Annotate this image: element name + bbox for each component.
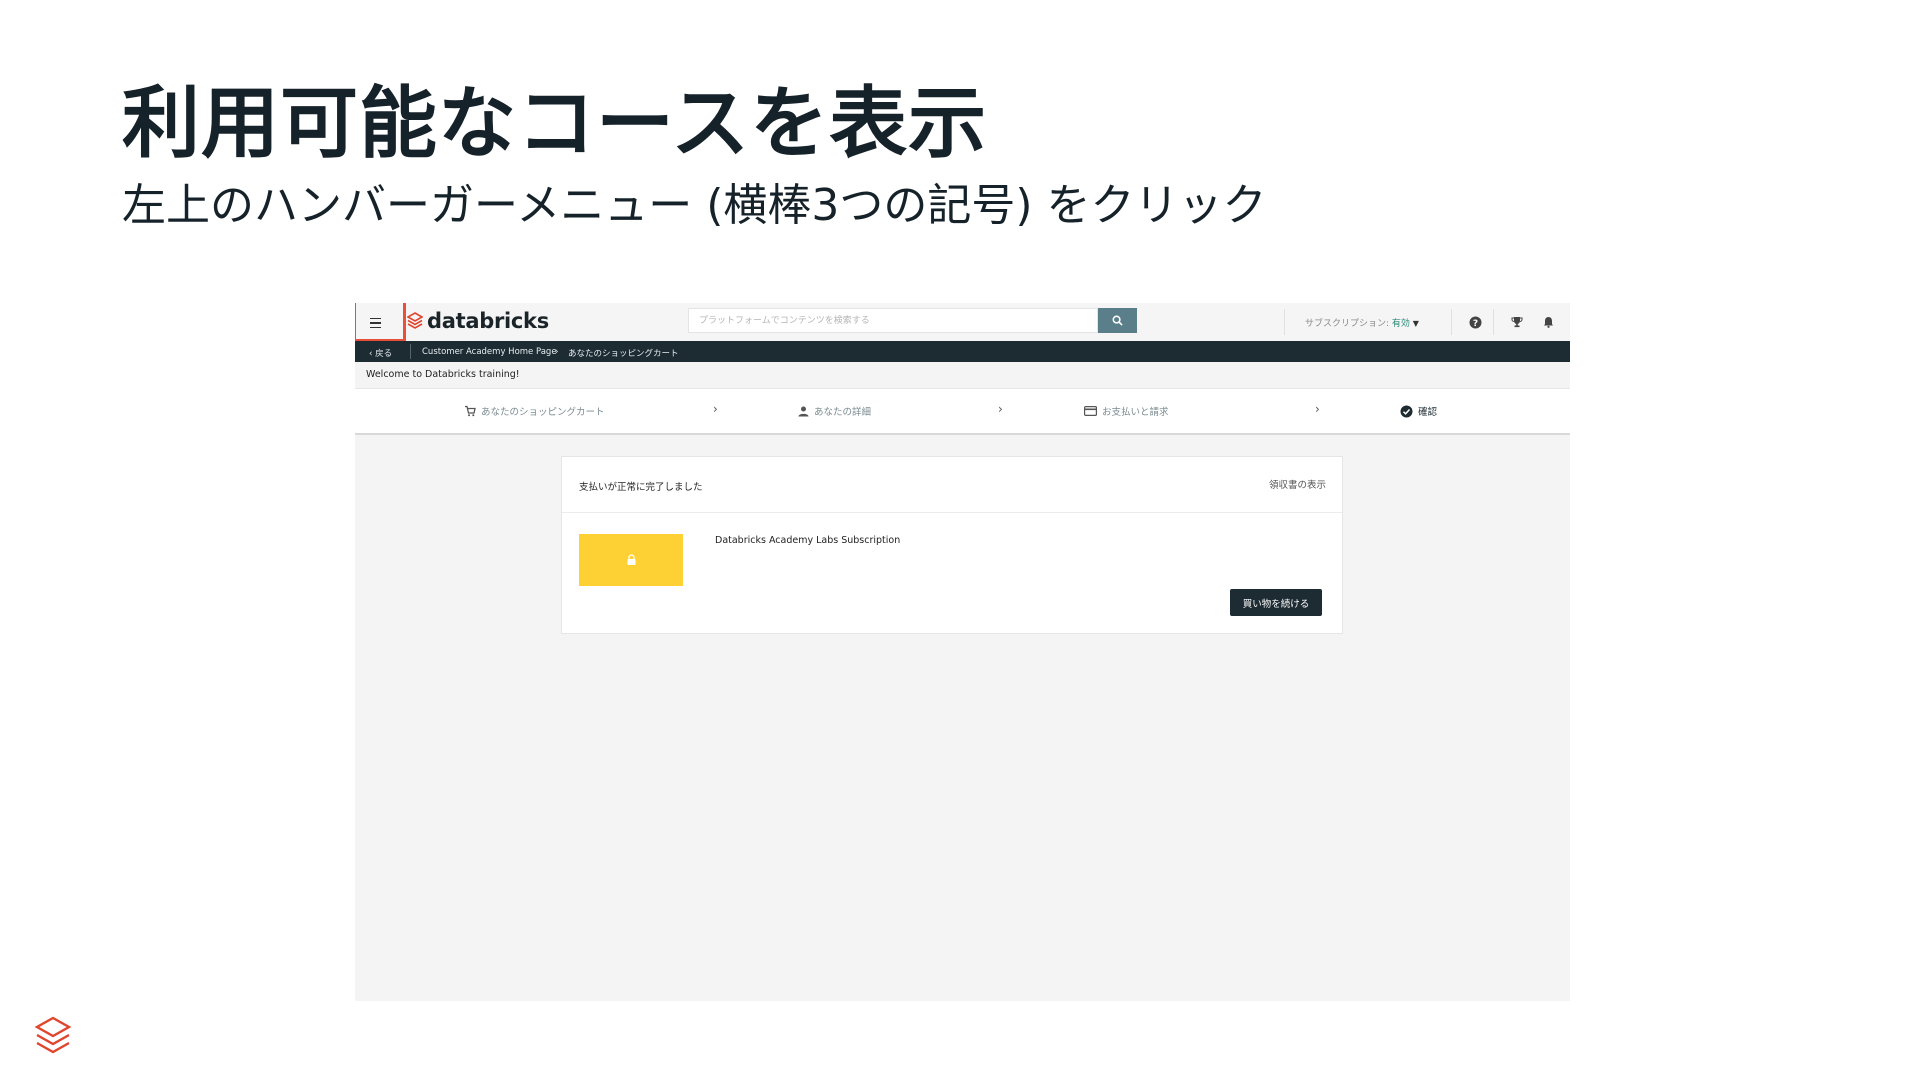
slide-subtitle: 左上のハンバーガーメニュー (横棒3つの記号) をクリック [122, 180, 1267, 231]
step-details: あなたの詳細 [798, 404, 871, 418]
chevron-right-icon: › [998, 402, 1003, 416]
order-confirmation-card: 支払いが正常に完了しました 領収書の表示 Databricks Academy … [561, 456, 1343, 634]
chevron-right-icon: › [713, 402, 718, 416]
back-link[interactable]: ‹ 戻る [369, 347, 392, 359]
svg-text:?: ? [1472, 319, 1477, 329]
divider [1493, 309, 1494, 335]
top-header: databricks プラットフォームでコンテンツを検索する サブスクリプション… [355, 303, 1570, 342]
slide-title: 利用可能なコースを表示 [122, 79, 988, 169]
bell-icon[interactable] [1541, 315, 1555, 329]
divider [1451, 309, 1452, 335]
search-button[interactable] [1098, 308, 1137, 333]
divider [410, 344, 411, 359]
breadcrumb-item-cart: あなたのショッピングカート [568, 349, 679, 359]
person-icon [798, 406, 809, 416]
breadcrumb-item-home[interactable]: Customer Academy Home Page [422, 347, 557, 357]
checkout-steps: あなたのショッピングカート › あなたの詳細 › お支払いと請求 › 確認 [355, 388, 1570, 435]
step-label: 確認 [1418, 407, 1438, 418]
view-receipt-link[interactable]: 領収書の表示 [1269, 477, 1326, 491]
step-label: あなたのショッピングカート [481, 407, 605, 418]
help-icon[interactable]: ? [1468, 315, 1482, 329]
product-name[interactable]: Databricks Academy Labs Subscription [715, 535, 900, 546]
payment-success-message: 支払いが正常に完了しました [579, 482, 703, 493]
caret-down-icon: ▼ [1412, 319, 1419, 328]
step-cart: あなたのショッピングカート [464, 404, 605, 418]
lock-icon [627, 554, 635, 565]
brand-name: databricks [427, 309, 549, 333]
databricks-logo[interactable]: databricks [407, 309, 549, 333]
subscription-value: 有効 [1391, 319, 1410, 329]
step-confirm: 確認 [1400, 404, 1437, 418]
app-screenshot: databricks プラットフォームでコンテンツを検索する サブスクリプション… [355, 303, 1570, 1001]
cart-icon [465, 405, 476, 417]
back-label: 戻る [375, 349, 393, 359]
databricks-corner-logo-icon [33, 1015, 73, 1063]
product-thumbnail [579, 534, 683, 586]
welcome-message: Welcome to Databricks training! [366, 369, 520, 380]
trophy-icon[interactable] [1510, 315, 1524, 329]
step-payment: お支払いと請求 [1084, 404, 1169, 418]
step-label: お支払いと請求 [1102, 407, 1169, 418]
divider [1284, 309, 1285, 335]
highlight-box [355, 303, 406, 342]
card-header: 支払いが正常に完了しました 領収書の表示 [562, 457, 1342, 513]
databricks-logo-icon [407, 312, 423, 329]
credit-card-icon [1084, 406, 1097, 416]
breadcrumb: ‹ 戻る Customer Academy Home Page › あなたのショ… [355, 341, 1570, 362]
chevron-right-icon: › [555, 347, 559, 357]
subscription-dropdown[interactable]: サブスクリプション: 有効 ▼ [1305, 316, 1419, 329]
search-input[interactable]: プラットフォームでコンテンツを検索する [688, 308, 1098, 333]
chevron-right-icon: › [1315, 402, 1320, 416]
subscription-label: サブスクリプション: [1305, 319, 1392, 329]
step-label: あなたの詳細 [814, 407, 872, 418]
search-icon [1112, 315, 1123, 326]
continue-shopping-button[interactable]: 買い物を続ける [1230, 589, 1322, 616]
check-circle-icon [1400, 405, 1413, 417]
